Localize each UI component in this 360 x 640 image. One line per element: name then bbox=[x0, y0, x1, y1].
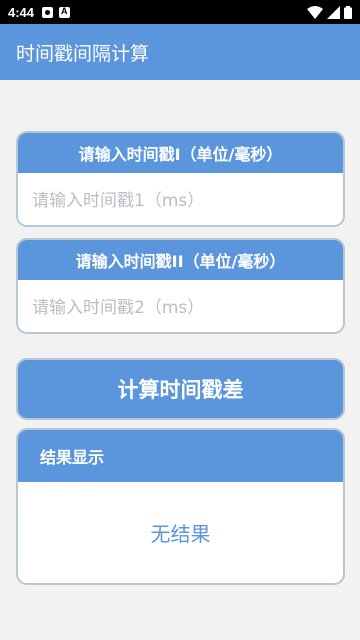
timestamp2-input[interactable] bbox=[32, 298, 343, 318]
app-bar: 时间戳间隔计算 bbox=[0, 24, 360, 80]
wifi-icon bbox=[307, 5, 323, 19]
timestamp1-input-wrap bbox=[18, 173, 343, 225]
gmail-icon bbox=[42, 6, 54, 18]
result-text: 无结果 bbox=[150, 522, 211, 546]
timestamp1-input[interactable] bbox=[32, 191, 343, 211]
signal-icon bbox=[327, 5, 340, 19]
result-header: 结果显示 bbox=[18, 430, 343, 482]
calculate-button[interactable]: 计算时间戳差 bbox=[16, 358, 345, 420]
a-icon bbox=[59, 6, 71, 18]
status-icons bbox=[307, 5, 352, 19]
status-bar: 4:44 bbox=[0, 0, 360, 24]
battery-icon bbox=[344, 5, 352, 19]
result-card: 结果显示 无结果 bbox=[16, 428, 345, 585]
timestamp1-header: 请输入时间戳I（单位/毫秒） bbox=[18, 133, 343, 173]
timestamp2-card: 请输入时间戳II（单位/毫秒） bbox=[16, 238, 345, 334]
result-body: 无结果 bbox=[18, 482, 343, 583]
timestamp1-card: 请输入时间戳I（单位/毫秒） bbox=[16, 131, 345, 227]
status-time: 4:44 bbox=[8, 4, 35, 20]
timestamp2-header: 请输入时间戳II（单位/毫秒） bbox=[18, 240, 343, 280]
timestamp2-input-wrap bbox=[18, 280, 343, 332]
app-title: 时间戳间隔计算 bbox=[16, 42, 150, 65]
